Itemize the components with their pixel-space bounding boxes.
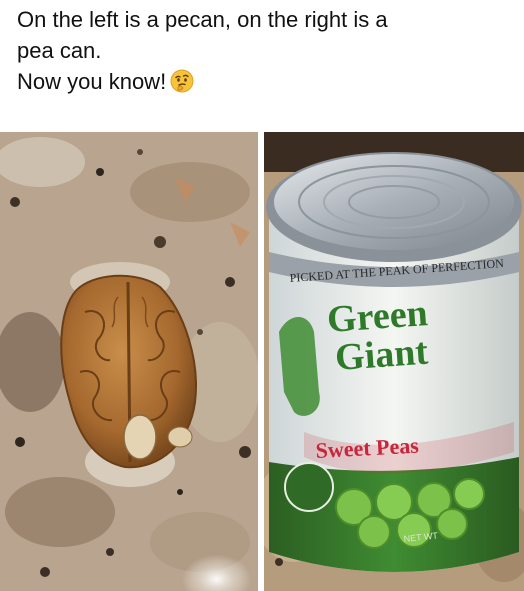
brand-giant: Giant <box>334 331 430 379</box>
can-lid <box>274 154 514 250</box>
light-glare <box>120 492 258 591</box>
caption-line-3-text: Now you know! <box>17 69 167 94</box>
pecan-photo-image <box>0 132 258 591</box>
seal-badge <box>284 462 334 512</box>
caption-line-3: Now you know! <box>17 66 517 97</box>
photo-pea-can: PICKED AT THE PEAK OF PERFECTION Green G… <box>264 132 524 591</box>
caption-line-1: On the left is a pecan, on the right is … <box>17 7 388 32</box>
caption: On the left is a pecan, on the right is … <box>17 4 517 97</box>
caption-line-2: pea can. <box>17 38 102 63</box>
pea-can-photo-image: PICKED AT THE PEAK OF PERFECTION Green G… <box>264 132 524 591</box>
thinking-face-emoji-icon <box>170 69 194 93</box>
photo-pecan <box>0 132 258 591</box>
